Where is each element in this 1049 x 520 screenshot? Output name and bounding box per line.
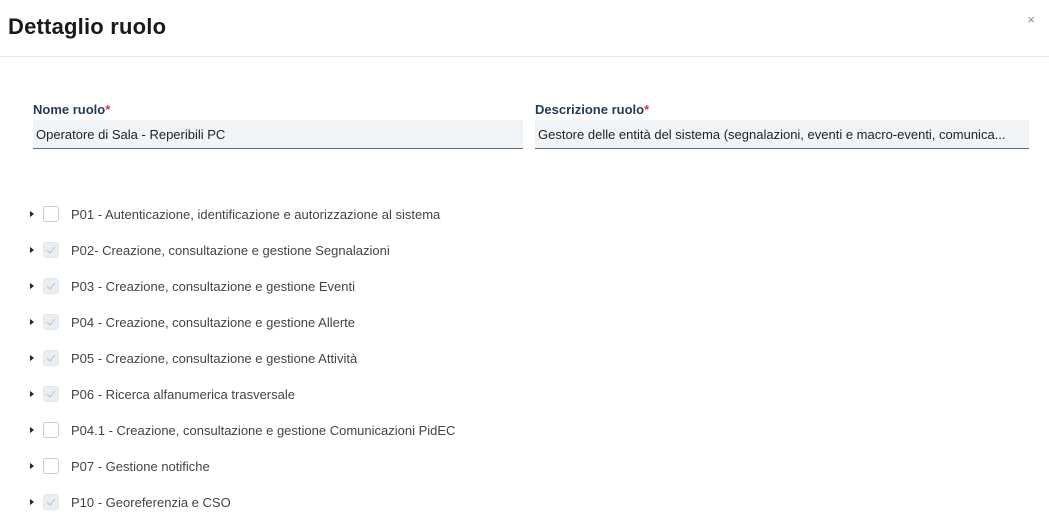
dialog-header: Dettaglio ruolo ×	[0, 0, 1049, 57]
checkmark-icon	[46, 282, 56, 290]
permission-checkbox[interactable]	[43, 350, 59, 366]
permission-label: P05 - Creazione, consultazione e gestion…	[71, 350, 358, 366]
permission-checkbox[interactable]	[43, 206, 59, 222]
permission-checkbox[interactable]	[43, 422, 59, 438]
permission-label: P10 - Georeferenzia e CSO	[71, 494, 231, 510]
role-name-input[interactable]: Operatore di Sala - Reperibili PC	[33, 120, 523, 149]
permission-label: P03 - Creazione, consultazione e gestion…	[71, 278, 356, 294]
checkmark-icon	[46, 318, 56, 326]
dialog-title: Dettaglio ruolo	[8, 14, 167, 39]
permission-item[interactable]: P07 - Gestione notifiche	[28, 448, 455, 484]
permission-item[interactable]: P03 - Creazione, consultazione e gestion…	[28, 268, 455, 304]
required-asterisk: *	[644, 102, 650, 117]
checkmark-icon	[46, 390, 56, 398]
permission-item[interactable]: P10 - Georeferenzia e CSO	[28, 484, 455, 520]
permission-tree: P01 - Autenticazione, identificazione e …	[28, 196, 455, 520]
permission-checkbox[interactable]	[43, 278, 59, 294]
permission-checkbox[interactable]	[43, 314, 59, 330]
expand-caret-icon[interactable]	[30, 283, 34, 289]
permission-checkbox[interactable]	[43, 242, 59, 258]
permission-checkbox[interactable]	[43, 494, 59, 510]
role-name-label: Nome ruolo*	[33, 102, 111, 117]
permission-checkbox[interactable]	[43, 386, 59, 402]
expand-caret-icon[interactable]	[30, 391, 34, 397]
permission-item[interactable]: P02- Creazione, consultazione e gestione…	[28, 232, 455, 268]
role-description-label: Descrizione ruolo*	[535, 102, 650, 117]
permission-label: P07 - Gestione notifiche	[71, 458, 210, 474]
role-description-input[interactable]: Gestore delle entità del sistema (segnal…	[535, 120, 1029, 149]
expand-caret-icon[interactable]	[30, 247, 34, 253]
expand-caret-icon[interactable]	[30, 355, 34, 361]
permission-item[interactable]: P05 - Creazione, consultazione e gestion…	[28, 340, 455, 376]
checkmark-icon	[46, 498, 56, 506]
expand-caret-icon[interactable]	[30, 463, 34, 469]
permission-label: P04.1 - Creazione, consultazione e gesti…	[71, 422, 456, 438]
checkmark-icon	[46, 246, 56, 254]
permission-label: P02- Creazione, consultazione e gestione…	[71, 242, 390, 258]
role-name-field: Nome ruolo* Operatore di Sala - Reperibi…	[33, 101, 523, 149]
checkmark-icon	[46, 354, 56, 362]
permission-item[interactable]: P04 - Creazione, consultazione e gestion…	[28, 304, 455, 340]
expand-caret-icon[interactable]	[30, 427, 34, 433]
role-description-field: Descrizione ruolo* Gestore delle entità …	[535, 101, 1029, 149]
permission-item[interactable]: P01 - Autenticazione, identificazione e …	[28, 196, 455, 232]
expand-caret-icon[interactable]	[30, 319, 34, 325]
permission-label: P06 - Ricerca alfanumerica trasversale	[71, 386, 295, 402]
permission-checkbox[interactable]	[43, 458, 59, 474]
permission-item[interactable]: P06 - Ricerca alfanumerica trasversale	[28, 376, 455, 412]
expand-caret-icon[interactable]	[30, 211, 34, 217]
permission-label: P04 - Creazione, consultazione e gestion…	[71, 314, 356, 330]
close-icon[interactable]: ×	[1027, 12, 1035, 27]
permission-item[interactable]: P04.1 - Creazione, consultazione e gesti…	[28, 412, 455, 448]
expand-caret-icon[interactable]	[30, 499, 34, 505]
permission-label: P01 - Autenticazione, identificazione e …	[71, 206, 441, 222]
required-asterisk: *	[105, 102, 111, 117]
